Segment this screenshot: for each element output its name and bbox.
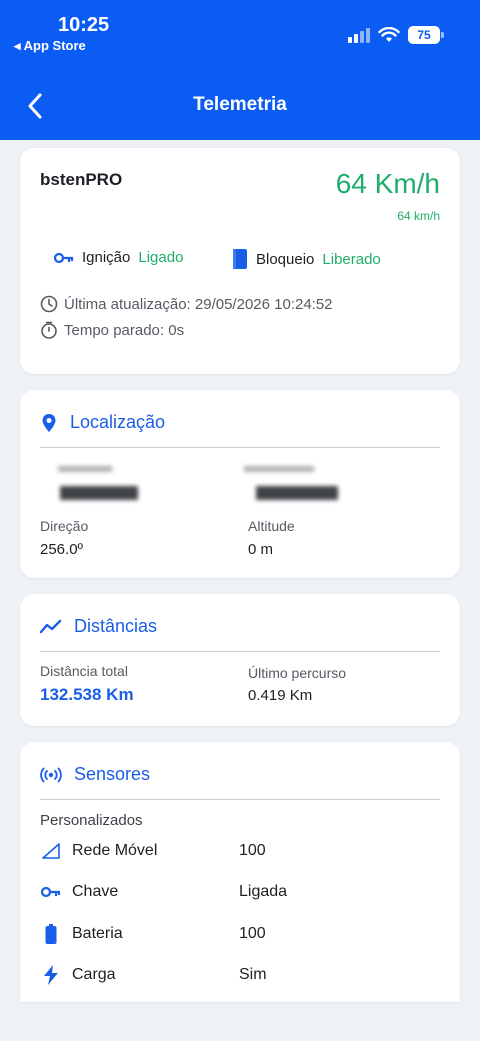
cellular-signal-icon [348,28,370,43]
vehicle-name: bstenPRO [40,170,123,189]
sensor-name: Bateria [72,925,123,942]
wifi-icon [378,27,400,42]
total-distance-value: 132.538 Km [40,685,134,704]
sensor-row-charge: Carga Sim [40,962,440,988]
stopped-time-row: Tempo parado: 0s [40,321,184,339]
signal-icon [40,842,62,860]
sensor-row-battery: Bateria 100 [40,921,440,947]
stopwatch-icon [41,321,57,339]
sensor-row-mobile-network: Rede Móvel 100 [40,838,440,864]
latitude-value-blurred [60,486,138,500]
block-label: Bloqueio [256,250,315,268]
last-update-row: Última atualização: 29/05/2026 10:24:52 [40,295,333,313]
book-icon [233,249,247,269]
ignition-label: Ignição [82,249,131,266]
block-value: Liberado [322,250,381,268]
sensors-title: Sensores [74,764,151,784]
last-route-value: 0.419 Km [248,687,313,704]
direction-value: 256.0º [40,541,84,558]
location-title: Localização [70,412,166,432]
status-time: 10:25 [58,14,110,36]
location-header: Localização [40,410,440,448]
last-route-label: Último percurso [248,665,347,681]
sensor-name: Chave [72,883,119,900]
sensor-value: 100 [239,925,266,942]
app-header: 10:25 ◂ App Store 75 Telemetria [0,0,480,140]
location-pin-icon [42,413,56,432]
custom-sensors-label: Personalizados [40,812,143,829]
altitude-label: Altitude [248,518,295,534]
altitude-value: 0 m [248,541,274,558]
direction-label: Direção [40,518,89,534]
latitude-blurred [58,466,112,472]
distances-card: Distâncias Distância total 132.538 Km Úl… [20,594,460,726]
distances-header: Distâncias [40,614,440,652]
sensors-header: Sensores [40,762,440,800]
sensor-value: 100 [239,842,266,859]
distances-title: Distâncias [74,616,158,636]
ignition-value: Ligado [138,249,184,266]
battery-icon [40,924,62,944]
bolt-icon [40,965,62,985]
stopped-time-text: Tempo parado: 0s [64,321,185,339]
clock-icon [40,295,58,313]
sensors-card: Sensores Personalizados Rede Móvel 100 C… [20,742,460,1002]
back-to-app-store[interactable]: ◂ App Store [14,38,86,54]
block-status: Bloqueio Liberado [232,249,381,269]
broadcast-icon [40,767,62,782]
status-icons: 75 [348,26,444,44]
key-icon [54,252,74,263]
sensor-value: Ligada [239,883,288,900]
key-icon [40,886,62,898]
page-title: Telemetria [193,94,287,115]
vehicle-card: bstenPRO 64 Km/h 64 km/h Ignição Ligado … [20,148,460,374]
last-update-text: Última atualização: 29/05/2026 10:24:52 [64,295,333,313]
ignition-status: Ignição Ligado [54,249,183,266]
speed-small: 64 km/h [397,209,440,223]
battery-indicator: 75 [408,26,444,44]
location-card: Localização Direção 256.0º Altitude 0 m [20,390,460,578]
longitude-value-blurred [256,486,338,500]
total-distance-label: Distância total [40,663,128,679]
sensor-row-key: Chave Ligada [40,879,440,905]
sensor-name: Carga [72,966,116,983]
trend-line-icon [40,619,62,633]
sensor-name: Rede Móvel [72,842,158,859]
longitude-blurred [244,466,314,472]
speed-value: 64 Km/h [335,168,440,199]
sensor-value: Sim [239,966,267,983]
